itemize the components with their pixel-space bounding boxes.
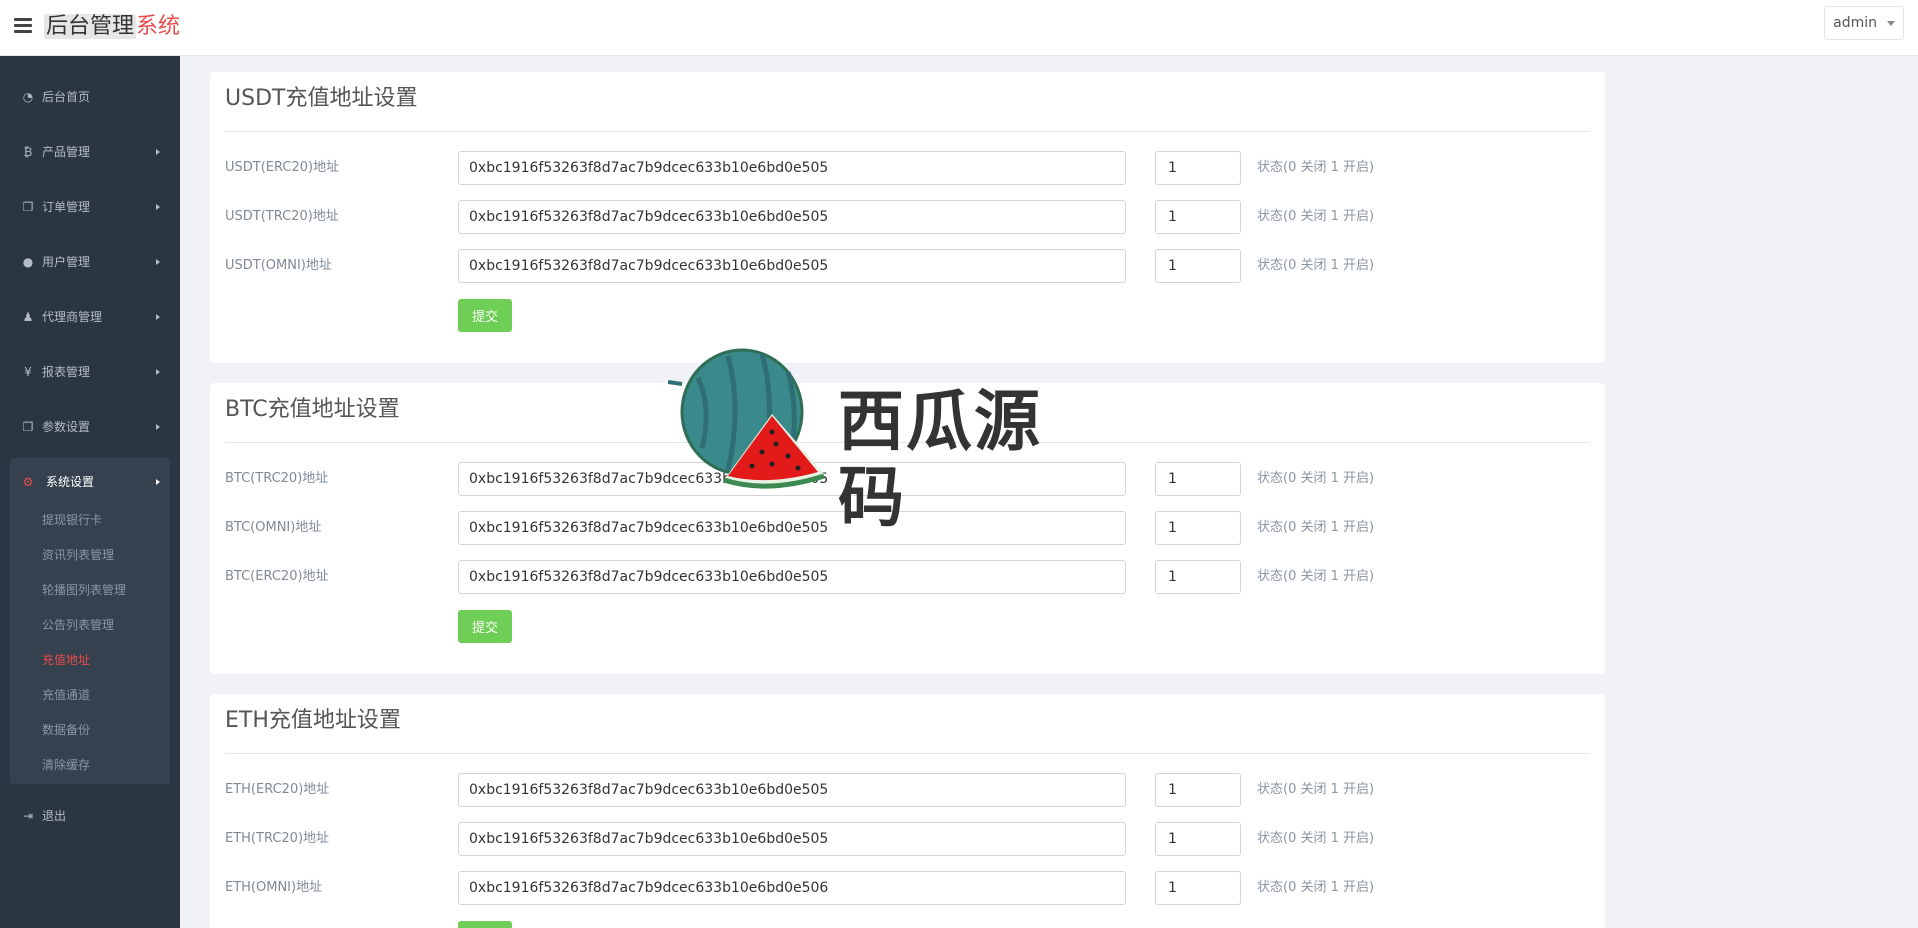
divider [225,131,1590,132]
sidebar-item-orders[interactable]: ❐ 订单管理 [0,187,180,227]
submenu-withdraw-bank-card[interactable]: 提现银行卡 [42,510,102,530]
sidebar-item-system-settings[interactable]: ⚙ 系统设置 [10,462,170,502]
address-input[interactable] [458,773,1126,807]
address-input[interactable] [458,249,1126,283]
field-label: BTC(ERC20)地址 [225,569,329,584]
panel-title: ETH充值地址设置 [225,708,401,733]
status-input[interactable] [1155,462,1241,496]
bitcoin-icon: ₿ [23,145,33,159]
field-label: BTC(TRC20)地址 [225,471,329,486]
sidebar-item-label: 订单管理 [42,200,91,214]
user-icon: ● [22,255,34,269]
sidebar-item-products[interactable]: ₿ 产品管理 [0,132,180,172]
address-input[interactable] [458,200,1126,234]
status-hint: 状态(0 关闭 1 开启) [1257,160,1375,175]
brand-title: 后台管理 [44,14,137,39]
chevron-right-icon [156,259,160,265]
chevron-right-icon [156,479,160,485]
submenu-clear-cache[interactable]: 清除缓存 [42,755,90,775]
status-hint: 状态(0 关闭 1 开启) [1257,782,1375,797]
panel-title: USDT充值地址设置 [225,86,418,111]
status-input[interactable] [1155,249,1241,283]
field-label: USDT(ERC20)地址 [225,160,340,175]
field-label: USDT(TRC20)地址 [225,209,339,224]
sign-out-icon: ⇥ [22,809,34,823]
sidebar-item-label: 产品管理 [42,145,91,159]
address-input[interactable] [458,560,1126,594]
field-label: ETH(ERC20)地址 [225,782,330,797]
submenu-data-backup[interactable]: 数据备份 [42,720,90,740]
caret-down-icon [1887,21,1895,26]
status-input[interactable] [1155,151,1241,185]
watermelon-logo-icon [667,348,825,489]
chevron-right-icon [156,149,160,155]
sidebar-item-reports[interactable]: ¥ 报表管理 [0,352,180,392]
submenu-deposit-channel[interactable]: 充值通道 [42,685,90,705]
address-input[interactable] [458,822,1126,856]
status-hint: 状态(0 关闭 1 开启) [1257,520,1375,535]
submit-button[interactable]: 提交 [458,299,512,332]
dashboard-icon: ◔ [22,90,34,104]
watermark: 西瓜源码 [667,348,1108,536]
cogs-icon: ⚙ [22,475,34,489]
brand-suffix: 系统 [136,14,181,39]
sidebar-item-label: 后台首页 [42,90,91,104]
sidebar-item-label: 退出 [42,809,67,823]
address-input[interactable] [458,871,1126,905]
app-brand: 后台管理系统 [44,12,180,42]
submenu-carousel-list[interactable]: 轮播图列表管理 [42,580,126,600]
status-hint: 状态(0 关闭 1 开启) [1257,831,1375,846]
copy-icon: ❐ [22,200,34,214]
menu-toggle-icon[interactable] [14,18,32,34]
sidebar-item-params[interactable]: ❐ 参数设置 [0,407,180,447]
user-tie-icon: ♟ [22,310,34,324]
sidebar: ◔ 后台首页 ₿ 产品管理 ❐ 订单管理 ● 用户管理 ♟ 代理商管理 ¥ 报表… [0,56,180,928]
user-menu-dropdown[interactable]: admin [1824,6,1904,40]
panel-usdt: USDT充值地址设置 USDT(ERC20)地址 状态(0 关闭 1 开启) U… [210,72,1605,363]
sidebar-item-label: 参数设置 [42,420,91,434]
status-hint: 状态(0 关闭 1 开启) [1257,880,1375,895]
chevron-right-icon [156,204,160,210]
status-hint: 状态(0 关闭 1 开启) [1257,209,1375,224]
status-input[interactable] [1155,200,1241,234]
sidebar-item-label: 系统设置 [46,475,95,489]
status-input[interactable] [1155,511,1241,545]
status-input[interactable] [1155,822,1241,856]
address-input[interactable] [458,151,1126,185]
chevron-right-icon [156,369,160,375]
status-hint: 状态(0 关闭 1 开启) [1257,569,1375,584]
status-input[interactable] [1155,560,1241,594]
field-label: ETH(TRC20)地址 [225,831,330,846]
top-header: 后台管理系统 admin [0,0,1918,56]
sidebar-item-label: 报表管理 [42,365,91,379]
user-name: admin [1833,15,1877,31]
panel-eth: ETH充值地址设置 ETH(ERC20)地址 状态(0 关闭 1 开启) ETH… [210,694,1605,928]
sidebar-item-logout[interactable]: ⇥ 退出 [0,796,180,836]
watermark-text: 西瓜源码 [838,383,1042,536]
field-label: USDT(OMNI)地址 [225,258,332,273]
sidebar-item-label: 代理商管理 [42,310,103,324]
submenu-deposit-address[interactable]: 充值地址 [42,650,90,670]
status-hint: 状态(0 关闭 1 开启) [1257,258,1375,273]
field-label: ETH(OMNI)地址 [225,880,323,895]
chevron-right-icon [156,424,160,430]
sidebar-item-home[interactable]: ◔ 后台首页 [0,77,180,117]
field-label: BTC(OMNI)地址 [225,520,322,535]
sidebar-item-agents[interactable]: ♟ 代理商管理 [0,297,180,337]
file-icon: ❐ [22,420,34,434]
submit-button[interactable]: 提交 [458,610,512,643]
sidebar-group-system: ⚙ 系统设置 提现银行卡 资讯列表管理 轮播图列表管理 公告列表管理 充值地址 … [10,458,170,784]
sidebar-item-users[interactable]: ● 用户管理 [0,242,180,282]
sidebar-item-label: 用户管理 [42,255,91,269]
submit-button[interactable]: 提交 [458,921,512,928]
submenu-news-list[interactable]: 资讯列表管理 [42,545,114,565]
submenu-announcement-list[interactable]: 公告列表管理 [42,615,114,635]
panel-title: BTC充值地址设置 [225,397,400,422]
status-input[interactable] [1155,871,1241,905]
status-hint: 状态(0 关闭 1 开启) [1257,471,1375,486]
yen-icon: ¥ [24,365,32,379]
divider [225,753,1590,754]
status-input[interactable] [1155,773,1241,807]
chevron-right-icon [156,314,160,320]
